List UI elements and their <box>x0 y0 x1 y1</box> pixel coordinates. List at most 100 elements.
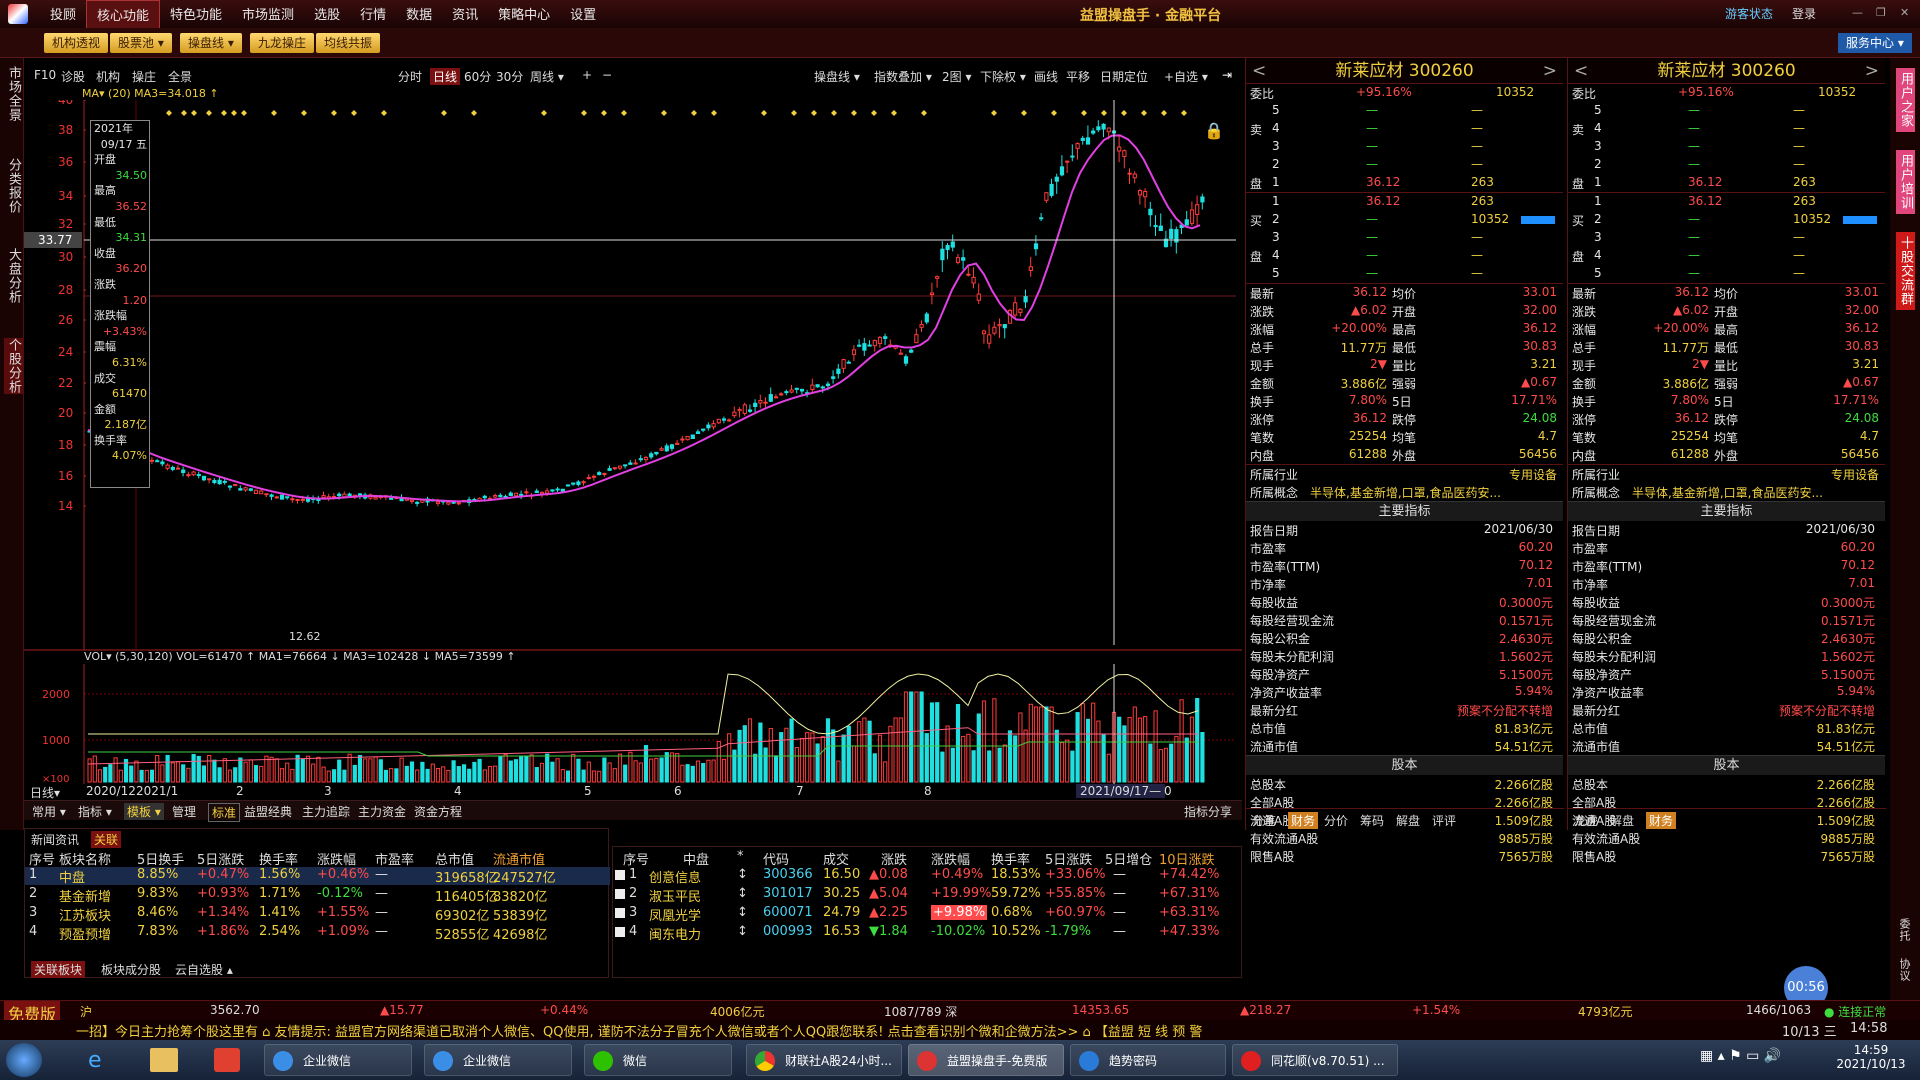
col-header[interactable]: 涨跌幅 <box>931 849 970 868</box>
service-center-button[interactable]: 服务中心 ▾ <box>1838 33 1912 53</box>
row-checkbox[interactable] <box>615 927 625 937</box>
tab-classic[interactable]: 益盟经典 <box>244 803 292 820</box>
f10-tab[interactable]: F10 <box>34 68 56 82</box>
prev-stock-icon[interactable]: < <box>1574 58 1588 84</box>
panel-tab[interactable]: 财务 <box>1288 812 1319 829</box>
tray-icons[interactable]: ▦ ▴ ⚑ ▭ 🔊 <box>1700 1048 1781 1064</box>
col-header[interactable]: 市盈率 <box>375 849 414 868</box>
nav-category-quote[interactable]: 分类报价 <box>4 158 23 214</box>
tab-standard[interactable]: 标准 <box>208 803 241 822</box>
tab-main-track[interactable]: 主力追踪 <box>302 803 350 820</box>
menu-item-tougu[interactable]: 投顾 <box>40 0 86 29</box>
tab-related-sector[interactable]: 关联板块 <box>31 961 86 978</box>
sell-row[interactable]: 2 — — <box>1246 156 1563 174</box>
industry-value[interactable]: 专用设备 <box>1509 466 1557 483</box>
sector-row[interactable]: 1 中盘 8.85% +0.47% 1.56% +0.46% — 319658亿 247527亿 <box>25 867 610 886</box>
sell-row[interactable]: 3 — — <box>1568 138 1885 156</box>
buy-row[interactable]: 买 2 — 10352 <box>1568 211 1885 229</box>
panel-tab[interactable]: 解盘 <box>1396 812 1420 829</box>
menu-item-data[interactable]: 数据 <box>396 0 442 29</box>
panel-tab[interactable]: 龙虎 <box>1574 812 1598 829</box>
lock-icon[interactable]: 🔒 <box>1204 121 1224 140</box>
nine-dragon-button[interactable]: 九龙操庄 <box>250 33 315 53</box>
tab-main-fund[interactable]: 主力资金 <box>358 803 406 820</box>
panorama-tab[interactable]: 全景 <box>168 68 192 85</box>
buy-row[interactable]: 盘 4 — — <box>1246 247 1563 265</box>
tab-sector-stocks[interactable]: 板块成分股 <box>101 961 161 978</box>
draw-line-button[interactable]: 画线 <box>1034 68 1058 85</box>
panel-tab[interactable]: 分价 <box>1324 812 1348 829</box>
tab-related[interactable]: 关联 <box>91 831 122 848</box>
nav-stock-analysis[interactable]: 个股分析 <box>4 338 23 394</box>
ma-resonance-button[interactable]: 均线共振 <box>316 33 381 53</box>
price-chart[interactable]: 40 38 36 34 32 30 28 26 24 22 20 18 16 14 33.77 12.62… <box>24 100 1242 660</box>
buy-row[interactable]: 5 — — <box>1246 265 1563 283</box>
task-chrome[interactable]: 财联社A股24小时... <box>746 1044 902 1076</box>
col-header[interactable]: 总市值 <box>435 849 474 868</box>
industry-value[interactable]: 专用设备 <box>1831 466 1879 483</box>
col-header[interactable]: * <box>737 849 744 864</box>
task-wechat[interactable]: 微信 <box>584 1044 732 1076</box>
col-header[interactable]: 中盘 <box>683 849 709 868</box>
next-stock-icon[interactable]: > <box>1543 58 1557 84</box>
row-checkbox[interactable] <box>615 889 625 899</box>
menu-item-quote[interactable]: 行情 <box>350 0 396 29</box>
buy-row[interactable]: 盘 4 — — <box>1568 247 1885 265</box>
sell-row[interactable]: 2 — — <box>1568 156 1885 174</box>
panel-tab[interactable]: 分笔 <box>1252 812 1276 829</box>
restore-icon[interactable]: ❐ <box>1876 6 1886 19</box>
start-button-icon[interactable] <box>6 1043 42 1077</box>
buy-row[interactable]: 1 36.12 263 <box>1568 193 1885 211</box>
task-trend[interactable]: 趋势密码 <box>1070 1044 1226 1076</box>
sector-row[interactable]: 4 预盈预增 7.83% +1.86% 2.54% +1.09% — 52855亿 42698亿 <box>25 924 610 943</box>
institution-button[interactable]: 机构透视 <box>44 33 109 53</box>
panel-tab[interactable]: 筹码 <box>1360 812 1384 829</box>
operate-line-dropdown[interactable]: 操盘线 ▾ <box>814 68 860 85</box>
indicator-share-button[interactable]: 指标分享 <box>1184 803 1232 820</box>
sell-row[interactable]: 卖 4 — — <box>1246 120 1563 138</box>
row-checkbox[interactable] <box>615 870 625 880</box>
news-ticker[interactable]: 一招】今日主力抢筹个股这里有 ⌂ 友情提示: 益盟官方网络渠道已取消个人微信、Q… <box>76 1021 1202 1040</box>
concept-value[interactable]: 半导体,基金新增,口罩,食品医药安... <box>1310 484 1501 501</box>
period-intraday[interactable]: 分时 <box>398 68 422 85</box>
nav-user-training[interactable]: 用户培训 <box>1896 150 1915 214</box>
buy-row[interactable]: 5 — — <box>1568 265 1885 283</box>
period-selector[interactable]: 日线▾ <box>30 784 60 801</box>
period-daily[interactable]: 日线 <box>430 68 461 85</box>
concept-value[interactable]: 半导体,基金新增,口罩,食品医药安... <box>1632 484 1823 501</box>
row-checkbox[interactable] <box>615 908 625 918</box>
next-stock-icon[interactable]: > <box>1865 58 1879 84</box>
tab-indicator[interactable]: 指标 ▾ <box>78 803 112 820</box>
stock-pool-button[interactable]: 股票池 ▾ <box>110 33 172 53</box>
col-header[interactable]: 涨跌 <box>881 849 907 868</box>
institution-tab[interactable]: 机构 <box>96 68 120 85</box>
menu-item-select[interactable]: 选股 <box>304 0 350 29</box>
task-yimeng[interactable]: 益盟操盘手-免费版 <box>908 1044 1064 1076</box>
sell-row[interactable]: 盘 1 36.12 263 <box>1246 174 1563 192</box>
two-chart-dropdown[interactable]: 2图 ▾ <box>942 68 971 85</box>
col-header[interactable]: 5日换手 <box>137 849 184 868</box>
sell-row[interactable]: 卖 4 — — <box>1568 120 1885 138</box>
folder-icon[interactable] <box>150 1048 178 1072</box>
nav-market-overview[interactable]: 市场全景 <box>4 66 23 122</box>
tab-manage[interactable]: 管理 <box>172 803 196 820</box>
pan-button[interactable]: 平移 <box>1066 68 1090 85</box>
nav-index-analysis[interactable]: 大盘分析 <box>4 248 23 304</box>
buy-row[interactable]: 3 — — <box>1246 229 1563 247</box>
close-icon[interactable]: ✕ <box>1900 6 1909 19</box>
buy-row[interactable]: 买 2 — 10352 <box>1246 211 1563 229</box>
nav-user-home[interactable]: 用户之家 <box>1896 68 1915 132</box>
operate-tab[interactable]: 操庄 <box>132 68 156 85</box>
volume-chart[interactable]: 2000 1000 ×100 <box>24 664 1242 784</box>
menu-item-monitor[interactable]: 市场监测 <box>232 0 304 29</box>
sell-row[interactable]: 5 — — <box>1568 102 1885 120</box>
menu-item-news[interactable]: 资讯 <box>442 0 488 29</box>
col-header[interactable]: 5日涨跌 <box>1045 849 1092 868</box>
task-wecom-1[interactable]: 企业微信 <box>264 1044 412 1076</box>
stock-row[interactable]: 2 淑玉平民 ↕ 301017 30.25 ▲5.04 +19.99% 59.72% +55.8… <box>613 886 1243 905</box>
zoom-out-button[interactable]: − <box>602 68 612 82</box>
tab-fund-equation[interactable]: 资金方程 <box>414 803 462 820</box>
index-overlay-dropdown[interactable]: 指数叠加 ▾ <box>874 68 932 85</box>
panel-tab[interactable]: 财务 <box>1646 812 1677 829</box>
stock-row[interactable]: 1 创意信息 ↕ 300366 16.50 ▲0.08 +0.49% 18.53% +33.06… <box>613 867 1243 886</box>
